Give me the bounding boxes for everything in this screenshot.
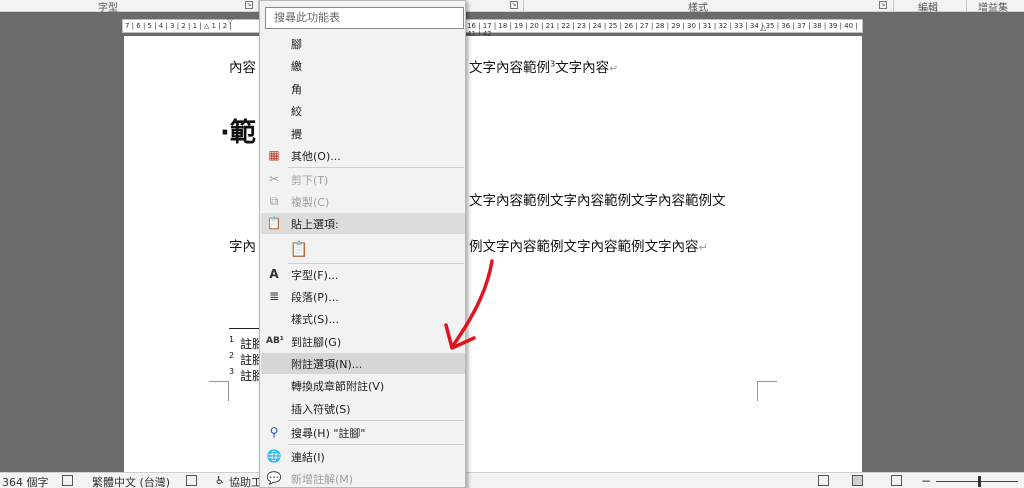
paragraph-dialog-launcher-icon[interactable]: ↘ [510,1,518,9]
body-text-line-3-right: 例文字內容範例文字內容範例文字內容↵ [469,239,708,255]
zoom-slider[interactable] [936,481,1018,482]
menu-separator [288,420,464,421]
menu-item-char-4[interactable]: 絞 [261,100,465,121]
menu-item-link[interactable]: 🌐 連結(I) [261,446,465,467]
read-mode-icon[interactable] [818,475,829,486]
conversion-icon: ▦ [268,148,280,162]
menu-item-new-comment[interactable]: 💬 新增註解(M) [261,468,465,488]
indent-marker-icon[interactable]: ▽ [227,16,233,25]
menu-item-char-2[interactable]: 繳 [261,55,465,76]
word-count[interactable]: 364 個字 [2,474,49,488]
proofing-icon[interactable] [62,475,73,486]
footnote-icon: AB¹ [266,336,284,346]
menu-item-style[interactable]: 樣式(S)... [261,308,465,329]
zoom-out-button[interactable]: − [921,474,931,488]
status-bar: 364 個字 繁體中文 (台灣) ♿ 協助工 − [0,472,1024,488]
right-indent-marker-icon[interactable]: △ [760,23,766,32]
web-layout-icon[interactable] [891,475,902,486]
document-page[interactable]: 內容 文字內容範例3文字內容↵ ·範 文字內容範例文字內容範例文字內容範例文 字… [124,36,862,472]
menu-item-font[interactable]: A 字型(F)... [261,264,465,285]
zoom-slider-thumb[interactable] [978,476,981,487]
menu-item-char-5[interactable]: 攪 [261,123,465,144]
menu-separator [288,167,464,168]
scissors-icon: ✂ [268,172,280,186]
text-predictions-icon[interactable] [186,475,197,486]
ribbon-separator [893,0,894,12]
context-menu-search-input[interactable]: 搜尋此功能表 [265,7,464,29]
ribbon-group-font: 字型 [98,3,118,14]
paste-text-only-icon: 📋 [289,240,309,258]
crop-mark [757,381,777,401]
styles-dialog-launcher-icon[interactable]: ↘ [879,1,887,9]
red-arrow-annotation [444,259,494,350]
body-text-line-1-right: 文字內容範例3文字內容↵ [469,59,619,77]
menu-item-copy[interactable]: ⧉ 複製(C) [261,191,465,212]
menu-section-paste-options: 📋 貼上選項: [261,213,465,234]
menu-separator [288,444,464,445]
language-indicator[interactable]: 繁體中文 (台灣) [92,474,170,488]
menu-item-char-1[interactable]: 腳 [261,33,465,54]
search-icon: ⚲ [269,425,279,439]
accessibility-status[interactable]: 協助工 [229,474,262,488]
ribbon-group-labels: 字型 ↘ 段落 ↘ 樣式 ↘ 編輯 增益集 [0,0,1024,14]
menu-item-cut[interactable]: ✂ 剪下(T) [261,169,465,190]
ruler-left-ticks: 7 | 6 | 5 | 4 | 3 | 2 | 1 | △ 1 | 2 | [125,22,232,30]
menu-item-convert-to-endnote[interactable]: 轉換成章節附註(V) [261,375,465,396]
print-layout-icon[interactable] [852,475,863,486]
context-menu: 搜尋此功能表 腳 繳 角 絞 攪 ▦ 其他(O)... ✂ 剪下(T) ⧉ 複製… [259,0,466,488]
menu-item-insert-symbol[interactable]: 插入符號(S) [261,398,465,419]
menu-item-search[interactable]: ⚲ 搜尋(H) "註腳" [261,422,465,443]
ribbon-separator [966,0,967,12]
menu-item-other[interactable]: ▦ 其他(O)... [261,145,465,166]
copy-icon: ⧉ [269,194,279,208]
ribbon-group-addins: 增益集 [978,3,1008,14]
comment-icon: 💬 [266,471,282,485]
ribbon-group-styles: 樣式 [688,3,708,14]
ribbon-separator [523,0,524,12]
menu-item-paragraph[interactable]: ≣ 段落(P)... [261,286,465,307]
menu-item-char-3[interactable]: 角 [261,78,465,99]
clipboard-icon: 📋 [266,216,282,230]
heading-text: ·範 [220,118,256,148]
menu-item-note-options[interactable]: 附註選項(N)... [261,353,465,374]
crop-mark [209,381,229,401]
paragraph-icon: ≣ [268,289,280,303]
body-text-line-2: 文字內容範例文字內容範例文字內容範例文 [469,193,726,209]
ribbon-group-editing: 編輯 [918,3,938,14]
menu-item-goto-footnote[interactable]: AB¹ 到註腳(G) [261,331,465,352]
paste-keep-text-button[interactable]: 📋 [261,237,465,263]
arrow-shaft [450,259,494,349]
horizontal-ruler[interactable]: 7 | 6 | 5 | 4 | 3 | 2 | 1 | △ 1 | 2 | 16… [122,16,863,38]
body-text-line-1-left: 內容 [229,60,256,76]
link-icon: 🌐 [266,449,282,463]
body-text-line-3-left: 字內 [229,239,256,255]
font-dialog-launcher-icon[interactable]: ↘ [245,1,253,9]
font-icon: A [269,267,279,281]
accessibility-icon[interactable]: ♿ [215,474,225,487]
